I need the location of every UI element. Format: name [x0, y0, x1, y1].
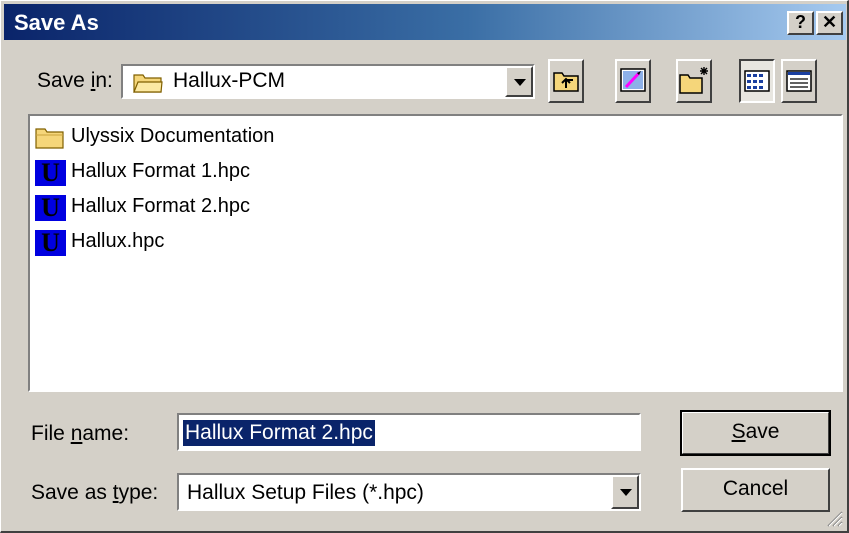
- title-bar[interactable]: Save As ? ✕: [4, 4, 846, 40]
- save-in-label: Save in:: [37, 69, 113, 92]
- folder-icon: [35, 128, 64, 149]
- file-name-label: File name:: [31, 422, 130, 445]
- up-one-level-button[interactable]: [548, 59, 584, 103]
- dialog-title: Save As: [14, 10, 99, 35]
- file-name-text: Ulyssix Documentation: [71, 125, 275, 147]
- save-in-value: Hallux-PCM: [173, 69, 286, 92]
- ulyssix-file-icon: U: [35, 230, 66, 256]
- up-one-level-icon: [553, 72, 579, 92]
- ulyssix-file-icon: U: [35, 160, 66, 186]
- list-view-button[interactable]: [739, 59, 775, 103]
- save-as-type-value: Hallux Setup Files (*.hpc): [187, 481, 424, 504]
- file-name-value: Hallux Format 2.hpc: [183, 420, 375, 446]
- file-name-text: Hallux Format 1.hpc: [71, 160, 250, 182]
- file-name-text: Hallux Format 2.hpc: [71, 195, 250, 217]
- resize-grip-icon[interactable]: [825, 509, 843, 527]
- details-view-icon: [786, 70, 812, 92]
- save-as-type-dropdown-button[interactable]: [611, 475, 639, 509]
- save-in-combo[interactable]: Hallux-PCM: [121, 64, 535, 99]
- help-icon: ?: [795, 12, 806, 32]
- file-name-field[interactable]: Hallux Format 2.hpc: [177, 413, 641, 451]
- save-as-dialog: Save As ? ✕ Save in: Hallux-PCM Ulyssix …: [0, 0, 849, 533]
- close-icon: ✕: [821, 12, 838, 32]
- details-view-button[interactable]: [781, 59, 817, 103]
- chevron-down-icon: [620, 489, 632, 496]
- chevron-down-icon: [514, 78, 526, 86]
- save-as-type-combo[interactable]: Hallux Setup Files (*.hpc): [177, 473, 641, 511]
- folder-icon: [133, 74, 163, 93]
- save-button[interactable]: Save: [680, 410, 831, 456]
- desktop-button[interactable]: [615, 59, 651, 103]
- cancel-button[interactable]: Cancel: [681, 468, 830, 512]
- new-folder-button[interactable]: [676, 59, 712, 103]
- new-folder-icon: [679, 67, 708, 94]
- list-view-icon: [744, 70, 770, 92]
- close-button[interactable]: ✕: [816, 11, 843, 35]
- desktop-icon: [620, 68, 646, 92]
- file-name-text: Hallux.hpc: [71, 230, 165, 252]
- help-button[interactable]: ?: [787, 11, 814, 35]
- save-in-dropdown-button[interactable]: [505, 66, 533, 97]
- save-as-type-label: Save as type:: [31, 481, 159, 504]
- file-list[interactable]: Ulyssix Documentation U Hallux Format 1.…: [28, 114, 843, 392]
- ulyssix-file-icon: U: [35, 195, 66, 221]
